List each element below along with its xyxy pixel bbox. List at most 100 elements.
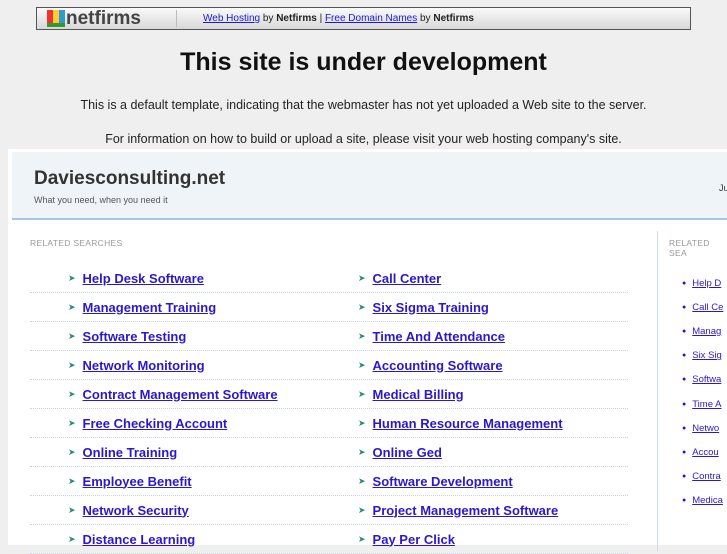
side-search-item: ● Medica bbox=[682, 489, 723, 513]
search-row: ➤ Distance Learning ➤ Pay Per Click bbox=[30, 525, 628, 554]
side-search-item: ● Manag bbox=[682, 319, 723, 343]
search-item: ➤ Accounting Software bbox=[318, 358, 606, 373]
side-search-link[interactable]: Medica bbox=[692, 495, 723, 506]
bullet-icon: ● bbox=[682, 473, 687, 481]
search-link[interactable]: Network Monitoring bbox=[83, 358, 205, 373]
arrow-icon: ➤ bbox=[358, 272, 366, 283]
search-item: ➤ Software Development bbox=[318, 474, 606, 489]
search-link[interactable]: Help Desk Software bbox=[83, 271, 204, 286]
netfirms-banner: netfirms Web Hosting by Netfirms | Free … bbox=[36, 7, 691, 30]
search-link[interactable]: Software Development bbox=[373, 474, 513, 489]
netfirms-logo-icon bbox=[47, 10, 65, 27]
search-item: ➤ Employee Benefit bbox=[30, 474, 318, 489]
arrow-icon: ➤ bbox=[358, 475, 366, 486]
search-link[interactable]: Six Sigma Training bbox=[373, 300, 489, 315]
arrow-icon: ➤ bbox=[358, 504, 366, 515]
bullet-icon: ● bbox=[682, 279, 687, 287]
arrow-icon: ➤ bbox=[358, 388, 366, 399]
search-row: ➤ Software Testing ➤ Time And Attendance bbox=[30, 322, 628, 351]
separator: | bbox=[319, 13, 323, 24]
search-row: ➤ Free Checking Account ➤ Human Resource Ma… bbox=[30, 409, 628, 438]
brand-text: Netfirms bbox=[276, 13, 317, 24]
search-link[interactable]: Online Ged bbox=[373, 445, 442, 460]
arrow-icon: ➤ bbox=[358, 330, 366, 341]
tagline: What you need, when you need it bbox=[34, 195, 168, 205]
web-hosting-link[interactable]: Web Hosting bbox=[203, 13, 260, 24]
search-item: ➤ Distance Learning bbox=[30, 532, 318, 547]
side-search-item: ● Time A bbox=[682, 392, 723, 416]
side-search-link[interactable]: Netwo bbox=[692, 423, 719, 434]
free-domain-link[interactable]: Free Domain Names bbox=[325, 13, 417, 24]
bullet-icon: ● bbox=[682, 497, 687, 505]
arrow-icon: ➤ bbox=[358, 533, 366, 544]
site-name[interactable]: Daviesconsulting.net bbox=[34, 168, 225, 190]
search-link[interactable]: Management Training bbox=[83, 300, 217, 315]
search-item: ➤ Six Sigma Training bbox=[318, 300, 606, 315]
search-item: ➤ Project Management Software bbox=[318, 503, 606, 518]
side-search-link[interactable]: Accou bbox=[692, 447, 718, 458]
side-search-link[interactable]: Six Sig bbox=[692, 350, 722, 361]
search-link[interactable]: Accounting Software bbox=[373, 358, 503, 373]
side-search-link[interactable]: Softwa bbox=[692, 374, 721, 385]
search-item: ➤ Management Training bbox=[30, 300, 318, 315]
side-related-label: RELATED SEA bbox=[669, 238, 710, 258]
search-link[interactable]: Network Security bbox=[83, 503, 189, 518]
brand-text: Netfirms bbox=[433, 13, 474, 24]
search-link[interactable]: Software Testing bbox=[83, 329, 187, 344]
netfirms-logo[interactable]: netfirms bbox=[37, 7, 177, 29]
bullet-icon: ● bbox=[682, 424, 687, 432]
arrow-icon: ➤ bbox=[68, 301, 76, 312]
arrow-icon: ➤ bbox=[68, 475, 76, 486]
search-link[interactable]: Medical Billing bbox=[373, 387, 464, 402]
search-row: ➤ Help Desk Software ➤ Call Center bbox=[30, 264, 628, 293]
arrow-icon: ➤ bbox=[358, 446, 366, 457]
search-row: ➤ Network Monitoring ➤ Accounting Software bbox=[30, 351, 628, 380]
search-item: ➤ Online Training bbox=[30, 445, 318, 460]
search-link[interactable]: Human Resource Management bbox=[373, 416, 563, 431]
search-item: ➤ Contract Management Software bbox=[30, 387, 318, 402]
by-text: by bbox=[420, 13, 431, 24]
side-search-link[interactable]: Help D bbox=[692, 278, 721, 289]
search-link[interactable]: Call Center bbox=[373, 271, 442, 286]
side-search-item: ● Softwa bbox=[682, 368, 723, 392]
search-row: ➤ Management Training ➤ Six Sigma Training bbox=[30, 293, 628, 322]
side-search-link[interactable]: Time A bbox=[692, 399, 721, 410]
arrow-icon: ➤ bbox=[68, 417, 76, 428]
search-item: ➤ Medical Billing bbox=[318, 387, 606, 402]
arrow-icon: ➤ bbox=[68, 330, 76, 341]
search-item: ➤ Network Security bbox=[30, 503, 318, 518]
search-row: ➤ Contract Management Software ➤ Medical Bi… bbox=[30, 380, 628, 409]
arrow-icon: ➤ bbox=[358, 417, 366, 428]
search-row: ➤ Employee Benefit ➤ Software Development bbox=[30, 467, 628, 496]
side-search-link[interactable]: Manag bbox=[692, 326, 721, 337]
bullet-icon: ● bbox=[682, 400, 687, 408]
related-searches-grid: ➤ Help Desk Software ➤ Call Center ➤ Manageme… bbox=[30, 264, 628, 554]
page-title: This site is under development bbox=[180, 48, 547, 76]
search-link[interactable]: Project Management Software bbox=[373, 503, 559, 518]
search-item: ➤ Free Checking Account bbox=[30, 416, 318, 431]
arrow-icon: ➤ bbox=[68, 359, 76, 370]
search-item: ➤ Help Desk Software bbox=[30, 271, 318, 286]
side-search-link[interactable]: Call Ce bbox=[692, 302, 723, 313]
search-link[interactable]: Pay Per Click bbox=[373, 532, 455, 547]
related-searches-label: RELATED SEARCHES bbox=[30, 238, 123, 248]
side-search-item: ● Call Ce bbox=[682, 295, 723, 319]
search-link[interactable]: Online Training bbox=[83, 445, 178, 460]
parked-page-frame: Daviesconsulting.net What you need, when… bbox=[8, 149, 727, 554]
logo-text: netfirms bbox=[66, 7, 141, 29]
search-link[interactable]: Employee Benefit bbox=[83, 474, 192, 489]
bullet-icon: ● bbox=[682, 352, 687, 360]
search-item: ➤ Online Ged bbox=[318, 445, 606, 460]
bullet-icon: ● bbox=[682, 327, 687, 335]
arrow-icon: ➤ bbox=[68, 446, 76, 457]
arrow-icon: ➤ bbox=[68, 388, 76, 399]
search-link[interactable]: Time And Attendance bbox=[373, 329, 505, 344]
side-search-link[interactable]: Contra bbox=[692, 471, 721, 482]
arrow-icon: ➤ bbox=[358, 359, 366, 370]
search-item: ➤ Network Monitoring bbox=[30, 358, 318, 373]
search-link[interactable]: Free Checking Account bbox=[83, 416, 228, 431]
search-link[interactable]: Contract Management Software bbox=[83, 387, 278, 402]
search-link[interactable]: Distance Learning bbox=[83, 532, 196, 547]
bullet-icon: ● bbox=[682, 303, 687, 311]
hosting-info-text: For information on how to build or uploa… bbox=[105, 132, 622, 146]
